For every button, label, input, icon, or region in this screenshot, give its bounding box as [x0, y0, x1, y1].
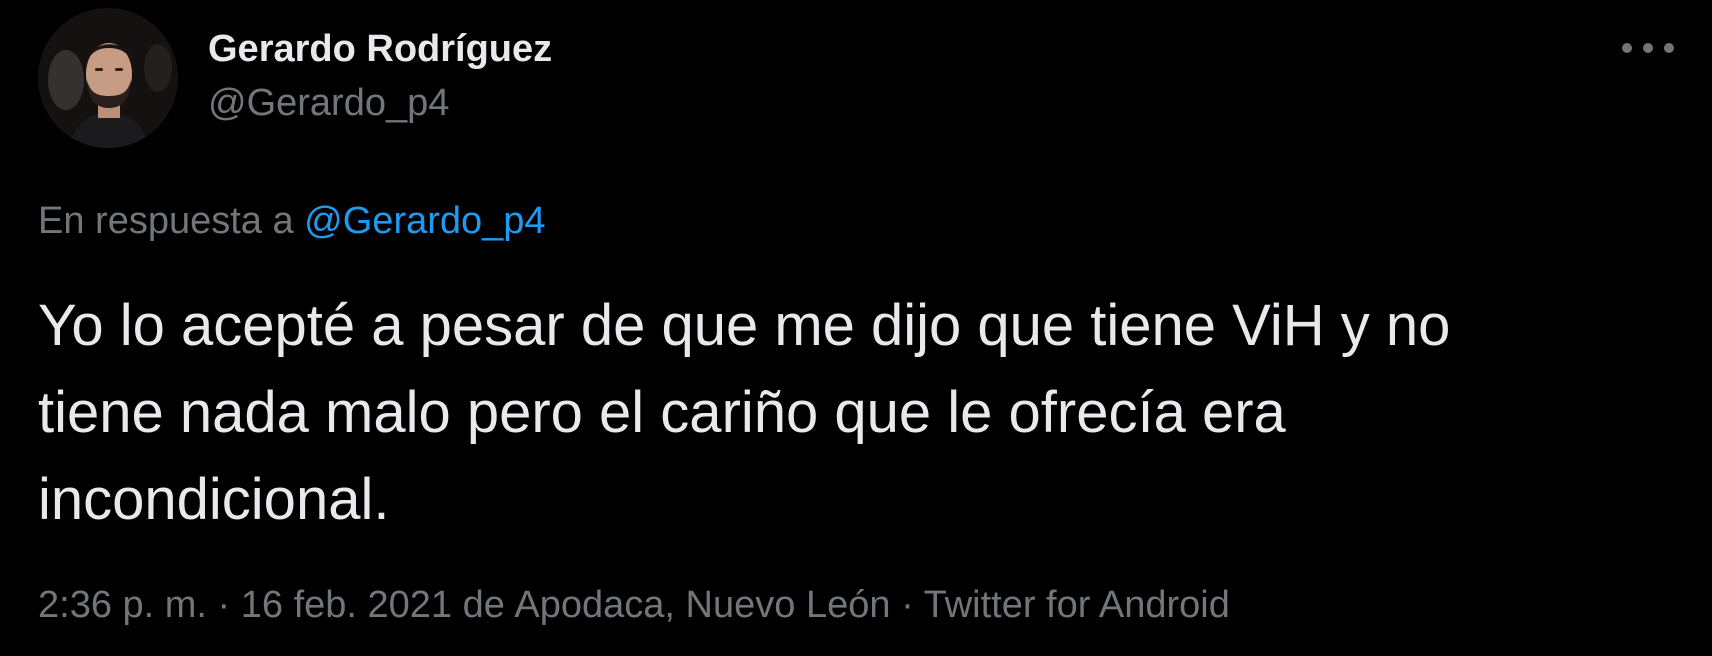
dot-icon [1664, 43, 1674, 53]
author-handle[interactable]: @Gerardo_p4 [208, 80, 552, 126]
author-block: Gerardo Rodríguez @Gerardo_p4 [208, 26, 552, 126]
tweet-text: Yo lo acepté a pesar de que me dijo que … [38, 282, 1638, 543]
tweet-source[interactable]: Twitter for Android [924, 584, 1230, 626]
tweet-card: Gerardo Rodríguez @Gerardo_p4 En respues… [0, 0, 1712, 656]
tweet-location: Apodaca, Nuevo León [514, 584, 891, 626]
tweet-metadata: 2:36 p. m. · 16 feb. 2021 de Apodaca, Nue… [38, 582, 1230, 628]
dot-icon [1643, 43, 1653, 53]
dot-icon [1622, 43, 1632, 53]
tweet-date[interactable]: 16 feb. 2021 [241, 584, 452, 626]
reply-context: En respuesta a @Gerardo_p4 [38, 198, 546, 244]
meta-separator: · [217, 584, 231, 626]
author-display-name[interactable]: Gerardo Rodríguez [208, 26, 552, 72]
avatar-photo [38, 8, 178, 148]
reply-prefix: En respuesta a [38, 200, 294, 242]
reply-mention-link[interactable]: @Gerardo_p4 [304, 200, 545, 242]
tweet-time[interactable]: 2:36 p. m. [38, 584, 207, 626]
location-prefix: de [462, 584, 505, 626]
tweet-text-line: Yo lo acepté a pesar de que me dijo que … [38, 293, 1451, 358]
more-options-icon[interactable] [1622, 30, 1674, 66]
tweet-text-line: tiene nada malo pero el cariño que le of… [38, 380, 1286, 445]
avatar[interactable] [38, 8, 178, 148]
tweet-text-line: incondicional. [38, 467, 390, 532]
meta-separator: · [901, 584, 914, 626]
